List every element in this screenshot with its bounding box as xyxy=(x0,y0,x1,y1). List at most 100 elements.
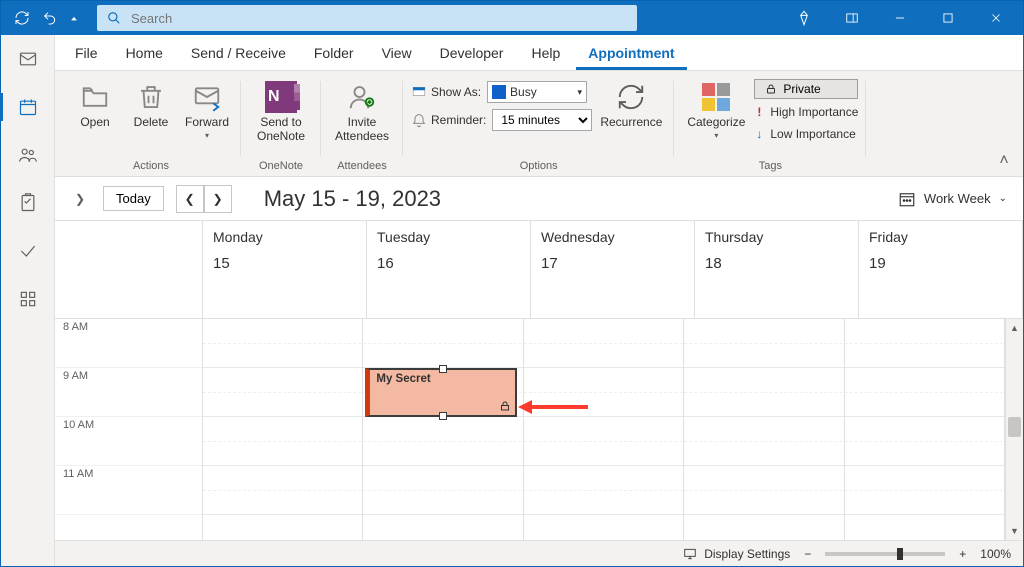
search-icon xyxy=(107,11,121,25)
maximize-button[interactable] xyxy=(925,1,971,35)
nav-mail[interactable] xyxy=(12,45,44,73)
qat-customize-icon[interactable] xyxy=(67,7,81,29)
day-header[interactable]: Thursday18 xyxy=(695,221,859,319)
group-label-actions: Actions xyxy=(133,158,169,174)
reminder-label: Reminder: xyxy=(431,113,486,127)
send-to-onenote-button[interactable]: Send to OneNote xyxy=(249,77,313,148)
today-button[interactable]: Today xyxy=(103,186,164,211)
high-importance-label: High Importance xyxy=(770,105,858,119)
titlebar xyxy=(1,1,1023,35)
show-as-combo[interactable]: Busy▾ xyxy=(487,81,587,103)
hour-label: 10 AM xyxy=(55,417,202,466)
nav-calendar[interactable] xyxy=(12,93,44,121)
group-label-tags: Tags xyxy=(759,158,782,174)
categorize-button[interactable]: Categorize ▾ xyxy=(682,77,750,145)
premium-icon[interactable] xyxy=(781,1,827,35)
group-label-onenote: OneNote xyxy=(259,158,303,174)
high-importance-button[interactable]: ! High Importance xyxy=(754,103,858,121)
collapse-ribbon-button[interactable]: ˄ xyxy=(995,152,1013,170)
delete-button[interactable]: Delete xyxy=(125,77,177,133)
ribbon-mode-icon[interactable] xyxy=(829,1,875,35)
vertical-scrollbar[interactable]: ▲ ▼ xyxy=(1005,319,1023,540)
private-button[interactable]: Private xyxy=(754,79,858,99)
undo-icon[interactable] xyxy=(39,7,61,29)
ribbon-group-tags: Categorize ▾ Private ! High Importance ↓L… xyxy=(674,73,866,176)
lock-icon xyxy=(499,400,511,412)
chevron-down-icon: ⌄ xyxy=(999,193,1007,204)
date-range: May 15 - 19, 2023 xyxy=(264,186,441,212)
invite-attendees-button[interactable]: Invite Attendees xyxy=(329,77,395,148)
search-input[interactable] xyxy=(131,11,627,26)
recurrence-label: Recurrence xyxy=(600,115,662,129)
nav-tasks[interactable] xyxy=(12,189,44,217)
menu-folder[interactable]: Folder xyxy=(302,39,366,70)
low-importance-button[interactable]: ↓Low Importance xyxy=(754,125,858,143)
open-button[interactable]: Open xyxy=(69,77,121,133)
high-importance-icon: ! xyxy=(754,105,764,119)
hour-label: 9 AM xyxy=(55,368,202,417)
scroll-up-button[interactable]: ▲ xyxy=(1006,319,1023,337)
forward-button[interactable]: Forward ▾ xyxy=(181,77,233,145)
calendar-icon xyxy=(898,190,916,208)
private-label: Private xyxy=(783,82,820,96)
day-column-mon[interactable] xyxy=(203,319,363,540)
close-button[interactable] xyxy=(973,1,1019,35)
zoom-in-button[interactable]: + xyxy=(959,547,966,561)
event-title: My Secret xyxy=(376,373,430,385)
scroll-down-button[interactable]: ▼ xyxy=(1006,522,1023,540)
menu-home[interactable]: Home xyxy=(114,39,175,70)
recurrence-icon xyxy=(615,81,647,113)
next-week-button[interactable]: ❯ xyxy=(204,185,232,213)
day-column-tue[interactable]: My Secret xyxy=(363,319,523,540)
zoom-out-button[interactable]: − xyxy=(804,547,811,561)
recurrence-button[interactable]: Recurrence xyxy=(596,77,666,133)
onenote-icon xyxy=(265,81,297,113)
menu-help[interactable]: Help xyxy=(519,39,572,70)
resize-handle-top[interactable] xyxy=(439,365,447,373)
nav-todo[interactable] xyxy=(12,237,44,265)
monitor-icon xyxy=(682,547,698,561)
menu-send-receive[interactable]: Send / Receive xyxy=(179,39,298,70)
day-header[interactable]: Wednesday17 xyxy=(531,221,695,319)
invite-attendees-label: Invite Attendees xyxy=(331,115,393,144)
nav-people[interactable] xyxy=(12,141,44,169)
ribbon: Open Delete Forward ▾ Actions xyxy=(55,71,1023,177)
day-header[interactable]: Friday19 xyxy=(859,221,1023,319)
forward-label: Forward xyxy=(185,115,229,129)
menu-file[interactable]: File xyxy=(63,39,110,70)
low-importance-label: Low Importance xyxy=(770,127,855,141)
statusbar: Display Settings − + 100% xyxy=(55,540,1023,566)
categorize-label: Categorize xyxy=(687,115,745,129)
trash-icon xyxy=(135,81,167,113)
ribbon-group-attendees: Invite Attendees Attendees xyxy=(321,73,403,176)
display-settings-label: Display Settings xyxy=(704,547,790,561)
day-column-thu[interactable] xyxy=(684,319,844,540)
menu-appointment[interactable]: Appointment xyxy=(576,39,686,70)
menu-view[interactable]: View xyxy=(370,39,424,70)
sync-icon[interactable] xyxy=(11,7,33,29)
search-box[interactable] xyxy=(97,5,637,31)
view-switch[interactable]: Work Week ⌄ xyxy=(898,190,1007,208)
calendar-event[interactable]: My Secret xyxy=(365,368,516,417)
menubar: File Home Send / Receive Folder View Dev… xyxy=(55,35,1023,71)
day-header[interactable]: Tuesday16 xyxy=(367,221,531,319)
nav-more-apps[interactable] xyxy=(12,285,44,313)
minimize-button[interactable] xyxy=(877,1,923,35)
day-column-fri[interactable] xyxy=(845,319,1005,540)
day-column-wed[interactable] xyxy=(524,319,684,540)
scroll-thumb[interactable] xyxy=(1008,417,1021,437)
resize-handle-bottom[interactable] xyxy=(439,412,447,420)
time-column: 8 AM 9 AM 10 AM 11 AM xyxy=(55,221,203,540)
categorize-icon xyxy=(700,81,732,113)
day-header[interactable]: Monday15 xyxy=(203,221,367,319)
zoom-slider[interactable] xyxy=(825,552,945,556)
group-label-attendees: Attendees xyxy=(337,158,387,174)
hour-label: 8 AM xyxy=(55,319,202,368)
group-label-options: Options xyxy=(520,158,558,174)
display-settings-button[interactable]: Display Settings xyxy=(682,547,790,561)
annotation-arrow xyxy=(518,397,588,417)
menu-developer[interactable]: Developer xyxy=(428,39,516,70)
prev-week-button[interactable]: ❮ xyxy=(176,185,204,213)
expand-folder-pane-button[interactable]: ❯ xyxy=(69,188,91,210)
reminder-combo[interactable]: 15 minutes xyxy=(492,109,592,131)
